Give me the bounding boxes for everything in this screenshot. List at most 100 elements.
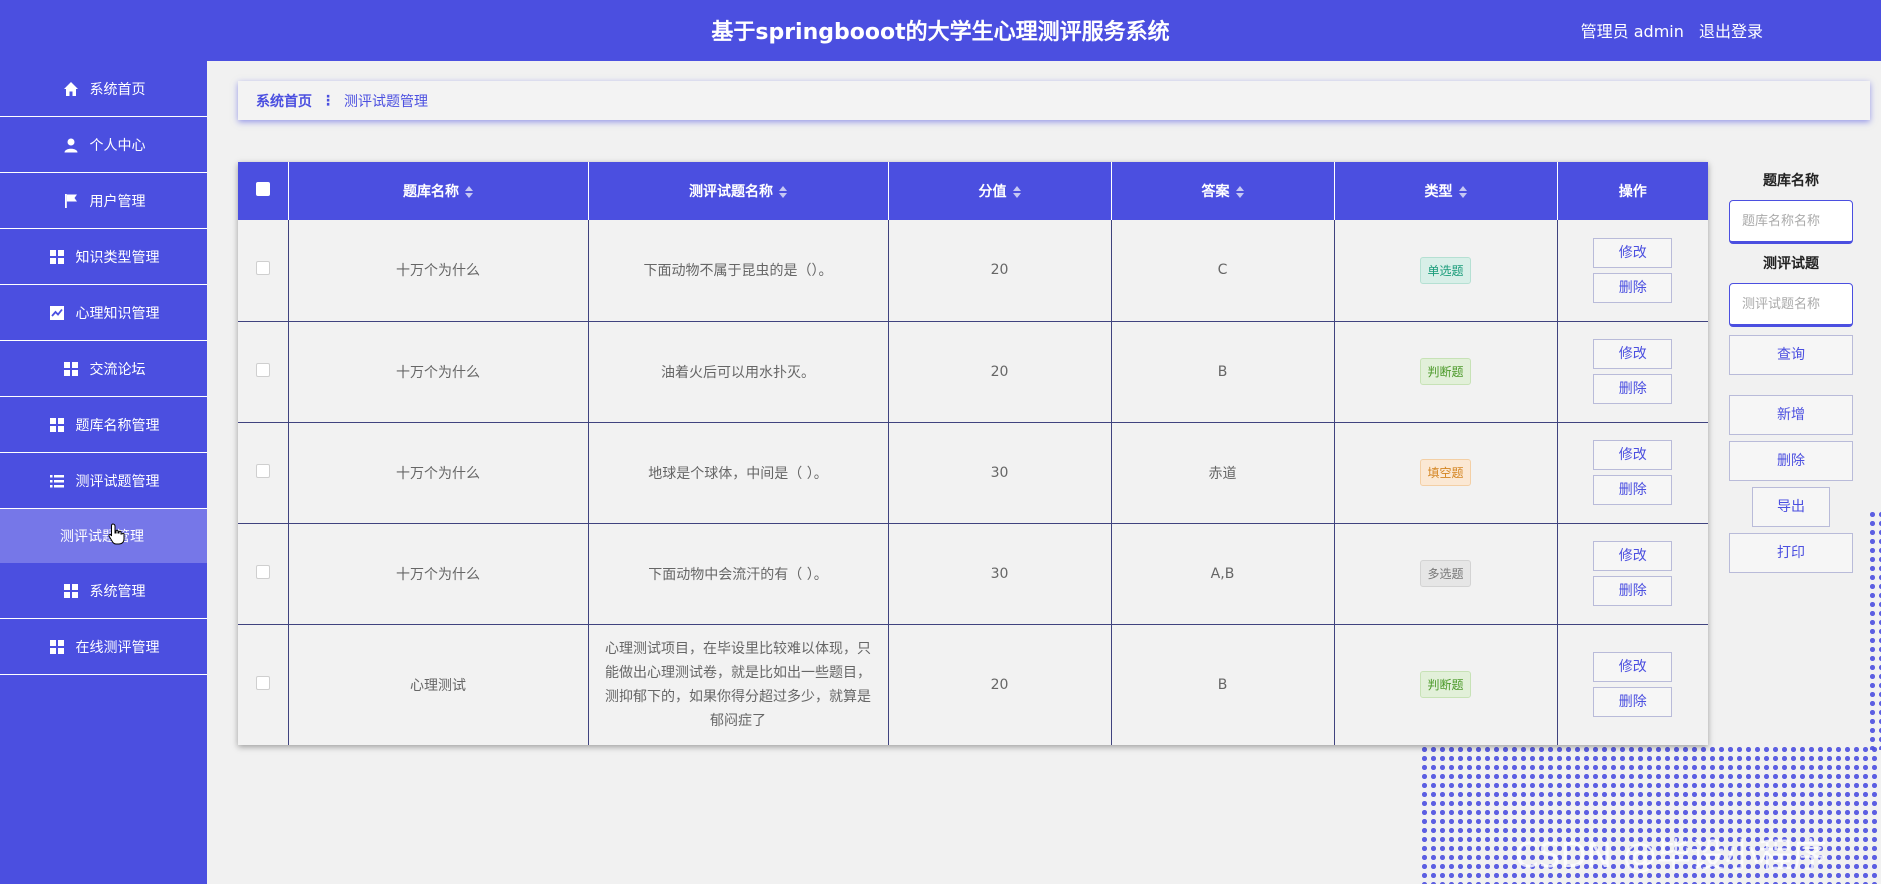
grid-icon xyxy=(62,582,80,600)
sidebar-subitem-test-questions[interactable]: 测评试题管理 xyxy=(0,509,207,563)
column-header-answer[interactable]: 答案 xyxy=(1111,162,1335,220)
cell-bank: 十万个为什么 xyxy=(288,220,589,322)
breadcrumb-current: 测评试题管理 xyxy=(344,93,428,110)
query-button[interactable]: 查询 xyxy=(1729,335,1853,375)
type-badge: 判断题 xyxy=(1420,358,1471,385)
delete-button[interactable]: 删除 xyxy=(1593,475,1673,505)
logout-link[interactable]: 退出登录 xyxy=(1699,22,1763,41)
sidebar-item-forum[interactable]: 交流论坛 xyxy=(0,341,207,397)
sidebar-item-label: 个人中心 xyxy=(89,137,146,154)
sidebar-item-home[interactable]: 系统首页 xyxy=(0,61,207,117)
search-panel: 题库名称 测评试题 查询 新增 删除 导出 打印 xyxy=(1729,170,1853,573)
delete-button[interactable]: 删除 xyxy=(1593,374,1673,404)
print-button[interactable]: 打印 xyxy=(1729,533,1853,573)
cell-question: 地球是个球体，中间是（ ）。 xyxy=(588,422,889,524)
delete-button[interactable]: 删除 xyxy=(1593,272,1673,303)
column-header-bank[interactable]: 题库名称 xyxy=(288,162,589,220)
breadcrumb: 系统首页 ⋮ 测评试题管理 xyxy=(238,81,1870,120)
table-row: 心理测试 心理测试项目，在毕设里比较难以体现，只能做出心理测试卷，就是比如出一些… xyxy=(238,624,1708,745)
sidebar-item-label: 在线测评管理 xyxy=(75,639,160,656)
question-input[interactable] xyxy=(1729,283,1853,327)
cell-score: 20 xyxy=(888,624,1112,745)
chart-icon xyxy=(48,304,66,322)
sidebar-item-psych-knowledge[interactable]: 心理知识管理 xyxy=(0,285,207,341)
sidebar-item-label: 交流论坛 xyxy=(89,361,146,378)
cell-bank: 心理测试 xyxy=(288,624,589,745)
sidebar: 系统首页 个人中心 用户管理 知识类型管理 心理知识管理 交流论坛 题库名称管理… xyxy=(0,61,207,884)
breadcrumb-home[interactable]: 系统首页 xyxy=(256,91,312,111)
flag-icon xyxy=(62,192,80,210)
sidebar-item-test-questions[interactable]: 测评试题管理 xyxy=(0,453,207,509)
home-icon xyxy=(62,80,80,98)
cell-answer: 赤道 xyxy=(1111,422,1335,524)
cell-score: 30 xyxy=(888,523,1112,625)
sidebar-item-profile[interactable]: 个人中心 xyxy=(0,117,207,173)
sidebar-item-online-test[interactable]: 在线测评管理 xyxy=(0,619,207,675)
list-icon xyxy=(48,472,66,490)
sidebar-item-question-banks[interactable]: 题库名称管理 xyxy=(0,397,207,453)
export-button[interactable]: 导出 xyxy=(1752,487,1830,527)
column-header-type[interactable]: 类型 xyxy=(1334,162,1558,220)
edit-button[interactable]: 修改 xyxy=(1593,652,1673,683)
column-header-actions: 操作 xyxy=(1557,162,1708,220)
column-header-score[interactable]: 分值 xyxy=(888,162,1112,220)
table-row: 十万个为什么 下面动物中会流汗的有（ ）。 30 A,B 多选题 修改 删除 xyxy=(238,523,1708,625)
type-badge: 多选题 xyxy=(1420,560,1471,587)
user-info: 管理员 admin 退出登录 xyxy=(1571,18,1763,42)
data-table: 题库名称 测评试题名称 分值 答案 类型 操作 十万个为什么 下面动物不属于昆虫… xyxy=(238,162,1708,745)
select-all-checkbox[interactable] xyxy=(255,182,270,196)
row-checkbox[interactable] xyxy=(255,564,270,579)
delete-button[interactable]: 删除 xyxy=(1593,687,1673,718)
admin-user-label: 管理员 admin xyxy=(1580,22,1684,41)
sidebar-item-label: 系统管理 xyxy=(89,583,146,600)
sidebar-item-system[interactable]: 系统管理 xyxy=(0,563,207,619)
table-row: 十万个为什么 地球是个球体，中间是（ ）。 30 赤道 填空题 修改 删除 xyxy=(238,422,1708,524)
person-icon xyxy=(62,136,80,154)
sidebar-item-label: 测评试题管理 xyxy=(75,473,160,490)
question-label: 测评试题 xyxy=(1763,256,1819,272)
table-row: 十万个为什么 油着火后可以用水扑灭。 20 B 判断题 修改 删除 xyxy=(238,321,1708,423)
row-checkbox[interactable] xyxy=(255,362,270,377)
cell-bank: 十万个为什么 xyxy=(288,321,589,423)
type-badge: 填空题 xyxy=(1420,459,1471,486)
cell-question: 心理测试项目，在毕设里比较难以体现，只能做出心理测试卷，就是比如出一些题目，测抑… xyxy=(588,624,889,745)
sort-icon xyxy=(1458,186,1467,198)
bank-name-label: 题库名称 xyxy=(1763,173,1819,189)
edit-button[interactable]: 修改 xyxy=(1593,339,1673,369)
sort-icon xyxy=(1012,186,1021,198)
sidebar-item-label: 题库名称管理 xyxy=(75,417,160,434)
row-checkbox[interactable] xyxy=(255,261,270,276)
row-checkbox[interactable] xyxy=(255,675,270,690)
cell-answer: C xyxy=(1111,220,1335,322)
row-checkbox[interactable] xyxy=(255,463,270,478)
decorative-dots-edge xyxy=(1868,510,1881,750)
table-header-row: 题库名称 测评试题名称 分值 答案 类型 操作 xyxy=(238,162,1708,220)
sort-icon xyxy=(779,186,787,198)
edit-button[interactable]: 修改 xyxy=(1593,237,1673,268)
cell-answer: A,B xyxy=(1111,523,1335,625)
sidebar-item-label: 用户管理 xyxy=(89,193,146,210)
select-all-header xyxy=(238,162,289,220)
add-button[interactable]: 新增 xyxy=(1729,395,1853,435)
top-header: 基于springbooot的大学生心理测评服务系统 管理员 admin 退出登录 xyxy=(0,0,1881,61)
edit-button[interactable]: 修改 xyxy=(1593,541,1673,571)
edit-button[interactable]: 修改 xyxy=(1593,440,1673,470)
batch-delete-button[interactable]: 删除 xyxy=(1729,441,1853,481)
bank-name-input[interactable] xyxy=(1729,200,1853,244)
cell-answer: B xyxy=(1111,321,1335,423)
type-badge: 单选题 xyxy=(1420,256,1471,284)
column-header-question[interactable]: 测评试题名称 xyxy=(588,162,889,220)
sidebar-item-users[interactable]: 用户管理 xyxy=(0,173,207,229)
cell-score: 30 xyxy=(888,422,1112,524)
table-row: 十万个为什么 下面动物不属于昆虫的是（）。 20 C 单选题 修改 删除 xyxy=(238,220,1708,322)
sidebar-item-knowledge-types[interactable]: 知识类型管理 xyxy=(0,229,207,285)
sort-icon xyxy=(465,186,473,198)
delete-button[interactable]: 删除 xyxy=(1593,576,1673,606)
type-badge: 判断题 xyxy=(1420,671,1471,699)
cell-bank: 十万个为什么 xyxy=(288,422,589,524)
cell-question: 下面动物中会流汗的有（ ）。 xyxy=(588,523,889,625)
sidebar-subitem-label: 测评试题管理 xyxy=(60,529,144,545)
grid-icon xyxy=(48,638,66,656)
sidebar-item-label: 系统首页 xyxy=(89,81,146,98)
cell-score: 20 xyxy=(888,321,1112,423)
